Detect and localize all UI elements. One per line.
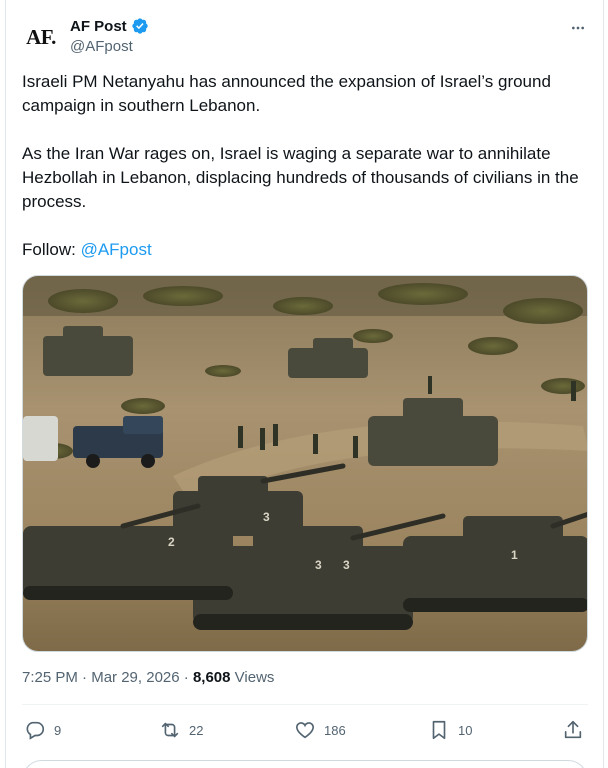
svg-text:1: 1 <box>511 548 518 562</box>
more-icon <box>572 26 584 30</box>
tweet-date[interactable]: Mar 29, 2026 <box>91 669 179 686</box>
meta-separator: · <box>77 669 92 686</box>
tweet-meta: 7:25 PM · Mar 29, 2026 · 8,608 Views <box>22 669 274 686</box>
tweet-paragraph-2: As the Iran War rages on, Israel is wagi… <box>22 144 579 211</box>
svg-text:3: 3 <box>343 558 350 572</box>
more-options-button[interactable] <box>568 18 588 38</box>
svg-text:3: 3 <box>263 510 270 524</box>
tweet-follow-line: Follow: @AFpost <box>22 238 582 262</box>
author-handle[interactable]: @AFpost <box>70 38 133 55</box>
like-count: 186 <box>324 722 346 738</box>
reply-count: 9 <box>54 722 62 738</box>
tweet-time[interactable]: 7:25 PM <box>22 669 78 686</box>
tweet-text: Israeli PM Netanyahu has announced the e… <box>22 70 582 262</box>
follow-label: Follow: <box>22 240 81 259</box>
repost-count: 22 <box>189 722 204 738</box>
action-bar: 9 22 186 10 <box>22 716 588 744</box>
reply-box[interactable] <box>22 760 588 768</box>
tweet-paragraph-1: Israeli PM Netanyahu has announced the e… <box>22 72 551 115</box>
avatar-logo-text: AF. <box>26 24 56 49</box>
author-name[interactable]: AF Post <box>70 18 127 35</box>
svg-text:3: 3 <box>315 558 322 572</box>
reply-button[interactable]: 9 <box>24 716 61 744</box>
like-icon <box>295 722 315 739</box>
repost-button[interactable]: 22 <box>159 716 203 744</box>
like-button[interactable]: 186 <box>294 716 346 744</box>
tweet-photo[interactable]: 2 3 3 3 1 <box>22 275 588 652</box>
bookmark-icon <box>432 720 446 740</box>
bookmark-button[interactable]: 10 <box>428 716 472 744</box>
share-icon <box>564 720 582 739</box>
repost-icon <box>161 722 179 738</box>
verified-badge-icon <box>131 18 148 34</box>
views-count: 8,608 <box>192 669 231 686</box>
author-name-row[interactable]: AF Post <box>70 17 149 35</box>
svg-text:2: 2 <box>168 535 175 549</box>
avatar[interactable]: AF. <box>20 16 62 58</box>
views-label: Views <box>230 669 275 686</box>
tanks-field-photo: 2 3 3 3 1 <box>23 276 587 651</box>
mention-link[interactable]: @AFpost <box>81 240 152 259</box>
reply-icon <box>26 721 45 740</box>
meta-separator-2: · <box>179 669 193 686</box>
divider <box>22 704 588 705</box>
bookmark-count: 10 <box>458 722 473 738</box>
share-button[interactable] <box>562 716 584 744</box>
